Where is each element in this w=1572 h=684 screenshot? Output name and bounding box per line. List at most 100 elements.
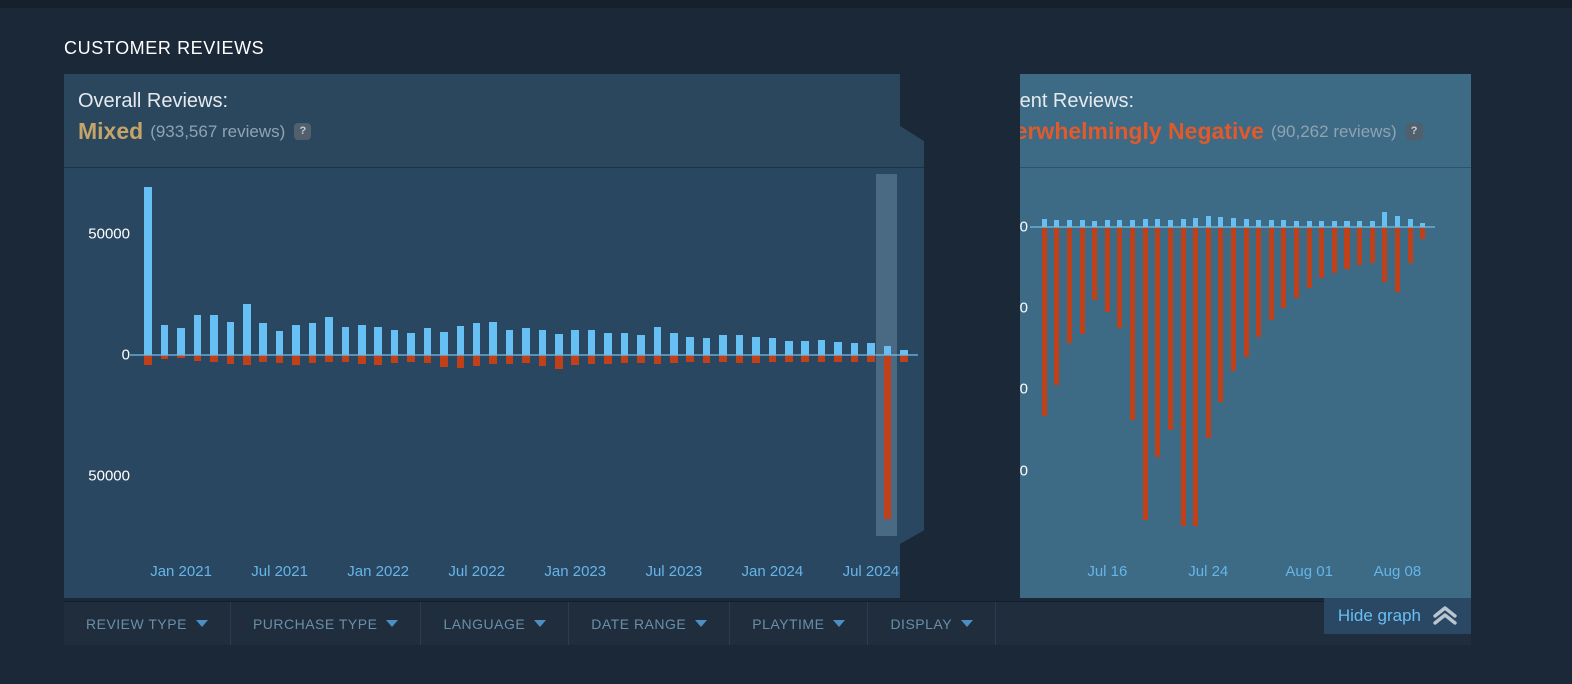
bar-positive [785, 341, 793, 355]
overall-review-count: (933,567 reviews) [150, 121, 286, 141]
bar-negative [1155, 226, 1161, 457]
bar-positive [637, 334, 645, 355]
bar-negative [522, 355, 530, 364]
bar-negative [571, 355, 580, 366]
bar-negative [1117, 226, 1123, 329]
recent-review-count: (90,262 reviews) [1270, 121, 1397, 141]
bar-negative [423, 355, 432, 364]
x-axis-tick-label: Jul 2022 [448, 563, 506, 580]
filter-purchase-type[interactable]: PURCHASE TYPE [231, 602, 422, 645]
overall-reviews-header: Overall Reviews: Mixed (933,567 reviews)… [64, 74, 924, 168]
bar-negative [1268, 226, 1274, 321]
bar-positive [768, 338, 777, 355]
bar-negative [1256, 226, 1262, 337]
bar-negative [1218, 226, 1224, 402]
chevron-down-icon [961, 620, 974, 627]
bar-negative [1041, 226, 1047, 416]
hide-graph-label: Hide graph [1337, 606, 1421, 625]
bar-negative [1193, 226, 1199, 526]
bar-positive [604, 332, 612, 355]
filter-label: PURCHASE TYPE [252, 615, 378, 632]
x-axis-tick-label: Jan 2024 [741, 563, 804, 580]
bar-negative [653, 355, 662, 365]
filter-label: DATE RANGE [591, 615, 687, 632]
customer-reviews-page: CUSTOMER REVIEWS Overall Reviews: Mixed … [0, 8, 1572, 684]
bar-negative [472, 355, 481, 367]
filter-review-type[interactable]: REVIEW TYPE [64, 602, 231, 645]
bar-negative [407, 355, 415, 362]
bar-positive [374, 326, 382, 355]
bar-positive [571, 330, 580, 355]
bar-negative [702, 355, 711, 363]
chevron-down-icon [833, 620, 846, 627]
bar-positive [456, 325, 465, 355]
bar-positive [1382, 211, 1388, 227]
bar-negative [275, 355, 284, 364]
bar-negative [801, 355, 809, 363]
bar-positive [472, 323, 481, 355]
bar-positive [522, 327, 530, 355]
bar-negative [1092, 226, 1098, 300]
x-axis-tick-label: Aug 01 [1285, 563, 1333, 580]
bar-positive [423, 328, 432, 355]
bar-negative [1079, 226, 1085, 335]
recent-reviews-chart[interactable]: 0 2000 4000 6000 Jul 16 Jul 24 Aug 01 Aug 08 [970, 168, 1471, 598]
zero-axis-line [1030, 225, 1435, 228]
bar-negative [1294, 226, 1300, 298]
x-axis-tick-label: Jul 2024 [842, 563, 900, 580]
bar-negative [489, 355, 497, 365]
y-axis-tick-label: 2000 [994, 299, 1028, 317]
bar-positive [390, 329, 399, 355]
overall-reviews-chart[interactable]: 50000 0 50000 Jan 2021 Jul 2021 Jan 2022 Jul 2… [64, 168, 924, 598]
bar-negative [210, 355, 218, 362]
bar-negative [1104, 226, 1110, 313]
bar-negative [226, 355, 235, 364]
help-icon[interactable]: ? [294, 123, 312, 140]
bar-negative [1230, 226, 1236, 372]
overall-verdict: Mixed [78, 118, 144, 144]
bar-positive [752, 337, 760, 355]
y-axis-tick-label: 0 [1019, 218, 1028, 236]
bar-positive [653, 326, 662, 355]
bar-positive [440, 331, 448, 355]
bar-negative [357, 355, 366, 364]
bar-negative [1067, 226, 1073, 343]
bar-negative [785, 355, 793, 362]
bar-positive [505, 329, 514, 355]
bar-negative [292, 355, 300, 366]
bar-negative [670, 355, 678, 364]
x-axis-tick-label: Aug 08 [1373, 563, 1422, 580]
recent-reviews-label: Recent Reviews: [984, 90, 1135, 112]
x-axis-tick-label: Jan 2022 [347, 563, 410, 580]
bar-negative [883, 355, 892, 520]
y-axis-tick-label: 4000 [994, 380, 1028, 398]
overall-reviews-panel: Overall Reviews: Mixed (933,567 reviews)… [64, 74, 924, 598]
bar-positive [670, 333, 678, 355]
bar-positive [357, 325, 366, 355]
bar-positive [817, 339, 826, 355]
bar-negative [1243, 226, 1249, 357]
bar-negative [1319, 226, 1325, 278]
bar-positive [489, 322, 497, 355]
page-title: CUSTOMER REVIEWS [64, 38, 265, 58]
bar-positive [160, 325, 169, 355]
filter-label: DISPLAY [890, 615, 953, 632]
filter-display[interactable]: DISPLAY [868, 602, 997, 645]
filter-label: REVIEW TYPE [86, 615, 187, 632]
bar-negative [735, 355, 744, 363]
filter-language[interactable]: LANGUAGE [421, 602, 570, 645]
x-axis-tick-label: Jul 16 [1087, 563, 1128, 580]
filter-playtime[interactable]: PLAYTIME [730, 602, 869, 645]
filter-date-range[interactable]: DATE RANGE [569, 602, 731, 645]
bar-negative [1357, 226, 1363, 266]
x-axis-tick-label: Jan 2023 [544, 563, 607, 580]
bar-negative [1130, 226, 1136, 420]
bar-negative [1344, 226, 1350, 270]
double-chevron-up-icon [1433, 606, 1457, 625]
filter-label: PLAYTIME [752, 615, 825, 632]
hide-graph-button[interactable]: Hide graph [1323, 598, 1471, 634]
bar-negative [341, 355, 350, 362]
bar-positive [555, 333, 563, 355]
bar-positive [144, 187, 152, 355]
help-icon[interactable]: ? [1405, 123, 1423, 140]
